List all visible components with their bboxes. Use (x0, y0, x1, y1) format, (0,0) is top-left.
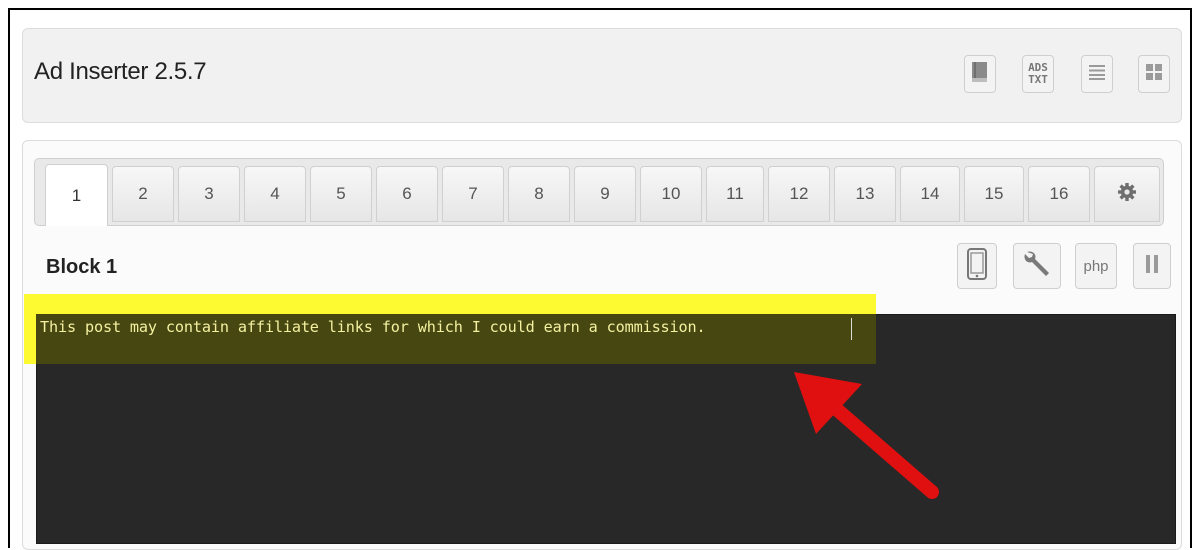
red-arrow-icon (794, 372, 939, 499)
